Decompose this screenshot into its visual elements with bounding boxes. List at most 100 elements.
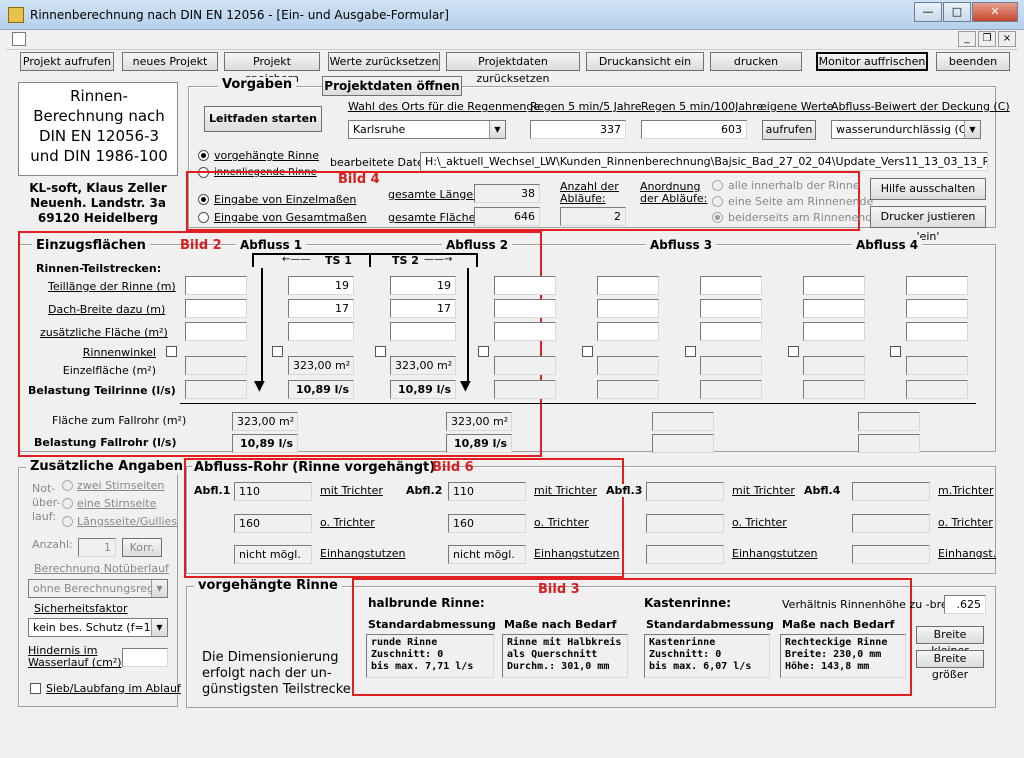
ts5-rinnenwinkel-checkbox[interactable] bbox=[685, 346, 696, 357]
ts1-teillaenge-input[interactable]: 19 bbox=[288, 276, 354, 295]
col0-rinnenwinkel-checkbox[interactable] bbox=[166, 346, 177, 357]
verhaeltnis-input[interactable]: .625 bbox=[944, 595, 986, 614]
regen100-input[interactable]: 603 bbox=[641, 120, 747, 139]
ts3-rinnenwinkel-checkbox[interactable] bbox=[478, 346, 489, 357]
chevron-down-icon[interactable]: ▼ bbox=[964, 121, 980, 138]
ts4-rinnenwinkel-checkbox[interactable] bbox=[582, 346, 593, 357]
abfl1-o-trichter-input[interactable]: 160 bbox=[234, 514, 312, 533]
laengsseite-radio[interactable] bbox=[62, 516, 73, 527]
ts4-zusatzflaeche-input[interactable] bbox=[597, 322, 659, 341]
col0-zusatzflaeche-input[interactable] bbox=[185, 322, 247, 341]
anordnung-beiderseits-radio[interactable] bbox=[712, 212, 723, 223]
gesamte-laenge-input[interactable]: 38 bbox=[474, 184, 540, 203]
ts6-teillaenge-input[interactable] bbox=[803, 276, 865, 295]
col0-dachbreite-input[interactable] bbox=[185, 299, 247, 318]
druckansicht-button[interactable]: Druckansicht ein bbox=[586, 52, 704, 71]
werte-zuruecksetzen-button[interactable]: Werte zurücksetzen bbox=[328, 52, 440, 71]
projekt-aufrufen-button[interactable]: Projekt aufrufen bbox=[20, 52, 114, 71]
berechnung-notueberlauf-select[interactable]: ohne Berechnungsregen ▼ bbox=[28, 579, 168, 598]
abfl2-o-trichter-input[interactable]: 160 bbox=[448, 514, 526, 533]
ts1-dachbreite-input[interactable]: 17 bbox=[288, 299, 354, 318]
vorgehaengt-radio[interactable] bbox=[198, 150, 209, 161]
anzahl-ablaeufe-input[interactable]: 2 bbox=[560, 207, 626, 226]
breite-groesser-button[interactable]: Breite größer bbox=[916, 650, 984, 681]
abfl1-mit-trichter-input[interactable]: 110 bbox=[234, 482, 312, 501]
ts3-dachbreite-input[interactable] bbox=[494, 299, 556, 318]
leitfaden-starten-button[interactable]: Leitfaden starten bbox=[204, 106, 322, 132]
abfl4-einhang-input[interactable] bbox=[852, 545, 930, 564]
mdi-close-button[interactable]: × bbox=[998, 31, 1016, 47]
anordnung-eine-seite-radio[interactable] bbox=[712, 196, 723, 207]
einzelmasse-label[interactable]: Eingabe von Einzelmaßen bbox=[214, 193, 356, 206]
bearbeitete-datei-input[interactable]: H:\_aktuell_Wechsel_LW\Kunden_Rinnenbere… bbox=[420, 152, 988, 171]
ts5-zusatzflaeche-input[interactable] bbox=[700, 322, 762, 341]
ts2-zusatzflaeche-input[interactable] bbox=[390, 322, 456, 341]
abfl1-einhang-input[interactable]: nicht mögl. bbox=[234, 545, 312, 564]
ts2-dachbreite-input[interactable]: 17 bbox=[390, 299, 456, 318]
breite-kleiner-button[interactable]: Breite kleiner bbox=[916, 626, 984, 657]
beenden-button[interactable]: beenden bbox=[936, 52, 1010, 71]
ts1-rinnenwinkel-checkbox[interactable] bbox=[272, 346, 283, 357]
anordnung-innerhalb-radio[interactable] bbox=[712, 180, 723, 191]
abfluss-beiwert-select[interactable]: wasserundurchlässig (C=1) ▼ bbox=[831, 120, 981, 139]
abfl4-mit-trichter-input[interactable] bbox=[852, 482, 930, 501]
ts7-zusatzflaeche-input[interactable] bbox=[906, 322, 968, 341]
ts4-dachbreite-input[interactable] bbox=[597, 299, 659, 318]
zwei-stirnseiten-radio[interactable] bbox=[62, 480, 73, 491]
zwei-stirnseiten-label[interactable]: zwei Stirnseiten bbox=[77, 479, 164, 492]
hindernis-input[interactable] bbox=[122, 648, 168, 667]
ts3-zusatzflaeche-input[interactable] bbox=[494, 322, 556, 341]
ts1-zusatzflaeche-input[interactable] bbox=[288, 322, 354, 341]
ts7-rinnenwinkel-checkbox[interactable] bbox=[890, 346, 901, 357]
ts7-teillaenge-input[interactable] bbox=[906, 276, 968, 295]
korr-button[interactable]: Korr. bbox=[122, 538, 162, 557]
hilfe-ausschalten-button[interactable]: Hilfe ausschalten bbox=[870, 178, 986, 200]
laengsseite-label[interactable]: Längsseite/Gullies bbox=[77, 515, 177, 528]
drucken-button[interactable]: drucken bbox=[710, 52, 802, 71]
ts6-dachbreite-input[interactable] bbox=[803, 299, 865, 318]
ts4-teillaenge-input[interactable] bbox=[597, 276, 659, 295]
document-icon[interactable] bbox=[12, 32, 26, 46]
ts2-rinnenwinkel-checkbox[interactable] bbox=[375, 346, 386, 357]
anordnung-eine-seite-label[interactable]: eine Seite am Rinnenende bbox=[728, 195, 873, 208]
eine-stirnseite-label[interactable]: eine Stirnseite bbox=[77, 497, 156, 510]
ts5-dachbreite-input[interactable] bbox=[700, 299, 762, 318]
ts3-teillaenge-input[interactable] bbox=[494, 276, 556, 295]
projektdaten-zuruecksetzen-button[interactable]: Projektdaten zurücksetzen bbox=[446, 52, 580, 85]
mdi-minimize-button[interactable]: _ bbox=[958, 31, 976, 47]
aufrufen-button[interactable]: aufrufen bbox=[762, 120, 816, 140]
abfl3-einhang-input[interactable] bbox=[646, 545, 724, 564]
ts6-zusatzflaeche-input[interactable] bbox=[803, 322, 865, 341]
monitor-auffrischen-button[interactable]: Monitor auffrischen bbox=[816, 52, 928, 71]
abfl2-einhang-input[interactable]: nicht mögl. bbox=[448, 545, 526, 564]
chevron-down-icon[interactable]: ▼ bbox=[489, 121, 505, 138]
ort-select[interactable]: Karlsruhe ▼ bbox=[348, 120, 506, 139]
eine-stirnseite-radio[interactable] bbox=[62, 498, 73, 509]
drucker-justieren-button[interactable]: Drucker justieren 'ein' bbox=[870, 206, 986, 243]
anordnung-beiderseits-label[interactable]: beiderseits am Rinnenende bbox=[728, 211, 879, 224]
vorgehaengt-label[interactable]: vorgehängte Rinne bbox=[214, 149, 319, 162]
neues-projekt-button[interactable]: neues Projekt bbox=[122, 52, 218, 71]
abfl3-mit-trichter-input[interactable] bbox=[646, 482, 724, 501]
projekt-speichern-button[interactable]: Projekt speichern bbox=[224, 52, 320, 85]
abfl4-o-trichter-input[interactable] bbox=[852, 514, 930, 533]
close-button[interactable]: ✕ bbox=[972, 2, 1018, 22]
maximize-button[interactable]: □ bbox=[943, 2, 971, 22]
abfl3-o-trichter-input[interactable] bbox=[646, 514, 724, 533]
minimize-button[interactable]: — bbox=[914, 2, 942, 22]
projektdaten-oeffnen-button[interactable]: Projektdaten öffnen bbox=[322, 76, 462, 96]
chevron-down-icon[interactable]: ▼ bbox=[151, 580, 167, 597]
regen5-input[interactable]: 337 bbox=[530, 120, 626, 139]
ts7-dachbreite-input[interactable] bbox=[906, 299, 968, 318]
ts6-rinnenwinkel-checkbox[interactable] bbox=[788, 346, 799, 357]
chevron-down-icon[interactable]: ▼ bbox=[151, 619, 167, 636]
anzahl-input[interactable]: 1 bbox=[78, 538, 116, 557]
sieb-laubfang-checkbox[interactable] bbox=[30, 683, 41, 694]
sieb-laubfang-label[interactable]: Sieb/Laubfang im Ablauf bbox=[46, 682, 181, 695]
ts2-teillaenge-input[interactable]: 19 bbox=[390, 276, 456, 295]
einzelmasse-radio[interactable] bbox=[198, 194, 209, 205]
mdi-restore-button[interactable]: ❐ bbox=[978, 31, 996, 47]
sicherheitsfaktor-select[interactable]: kein bes. Schutz (f=1) ▼ bbox=[28, 618, 168, 637]
col0-teillaenge-input[interactable] bbox=[185, 276, 247, 295]
gesamtmasse-radio[interactable] bbox=[198, 212, 209, 223]
